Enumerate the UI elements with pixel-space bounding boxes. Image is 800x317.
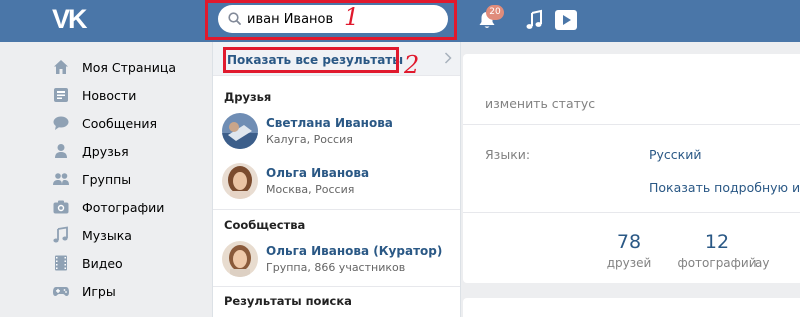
stat-label: ау	[755, 256, 770, 270]
sidebar-item-games[interactable]: Игры	[52, 278, 116, 304]
camera-icon	[53, 200, 69, 214]
music-icon[interactable]	[525, 9, 543, 31]
sidebar-item-news[interactable]: Новости	[52, 82, 136, 108]
result-name: Ольга Иванова (Куратор)	[266, 244, 443, 258]
notification-badge: 20	[486, 5, 504, 20]
vk-logo[interactable]: VK	[52, 4, 87, 35]
sidebar-item-music[interactable]: Музыка	[52, 222, 132, 248]
friends-icon	[55, 144, 67, 158]
communities-section-title: Сообщества	[224, 218, 306, 232]
stat-number: 12	[704, 231, 730, 253]
sidebar-item-label: Видео	[82, 255, 123, 271]
result-name: Ольга Иванова	[266, 166, 370, 180]
search-results-section-title: Результаты поиска	[224, 294, 352, 308]
sidebar-item-label: Фотографии	[82, 199, 165, 215]
sidebar-item-label: Сообщения	[82, 115, 158, 131]
home-icon	[54, 60, 68, 74]
languages-label: Языки:	[485, 147, 531, 162]
sidebar-item-label: Друзья	[82, 143, 129, 159]
messages-icon	[53, 116, 69, 130]
stat-label: фотографий	[677, 256, 757, 270]
sidebar-item-photos[interactable]: Фотографии	[52, 194, 164, 220]
music-icon	[53, 226, 68, 243]
avatar	[222, 113, 258, 149]
sidebar-item-my-page[interactable]: Моя Страница	[52, 54, 176, 80]
result-name: Светлана Иванова	[266, 116, 393, 130]
divider	[463, 124, 800, 125]
stat-friends[interactable]: 78 друзей	[584, 230, 674, 272]
annotation-number-2: 2	[404, 51, 420, 79]
sidebar-item-groups[interactable]: Группы	[52, 166, 131, 192]
sidebar-item-messages[interactable]: Сообщения	[52, 110, 157, 136]
community-result[interactable]: Ольга Иванова (Куратор) Группа, 866 учас…	[213, 236, 460, 284]
video-play-icon[interactable]	[554, 9, 578, 31]
stat-number	[755, 230, 800, 254]
divider	[213, 209, 460, 210]
stat-label: друзей	[606, 256, 652, 270]
top-header: VK 1 20	[0, 0, 800, 42]
sidebar-item-label: Музыка	[82, 227, 132, 243]
friends-section-title: Друзья	[224, 90, 272, 104]
sidebar-item-friends[interactable]: Друзья	[52, 138, 129, 164]
sidebar-item-label: Группы	[82, 171, 132, 187]
result-location: Москва, Россия	[266, 183, 355, 196]
news-icon	[54, 88, 68, 102]
friend-result[interactable]: Ольга Иванова Москва, Россия	[213, 158, 460, 206]
result-members: Группа, 866 участников	[266, 261, 406, 274]
stat-number: 78	[616, 231, 642, 253]
divider	[213, 286, 460, 287]
change-status-link[interactable]: изменить статус	[485, 96, 595, 111]
divider	[463, 212, 800, 213]
film-icon	[55, 255, 67, 271]
sidebar-item-label: Моя Страница	[82, 59, 176, 75]
search-annotation-box	[205, 0, 457, 40]
result-location: Калуга, Россия	[266, 133, 353, 146]
profile-card: изменить статус Языки: Русский Показать …	[463, 54, 800, 283]
stat-photos[interactable]: 12 фотографий	[672, 230, 762, 272]
friend-result[interactable]: Светлана Иванова Калуга, Россия	[213, 108, 460, 156]
gamepad-icon	[53, 287, 69, 296]
sidebar-item-label: Новости	[82, 87, 137, 103]
sidebar-item-video[interactable]: Видео	[52, 250, 123, 276]
stat-audio[interactable]: ау	[755, 230, 800, 272]
next-card	[463, 298, 800, 317]
chevron-right-icon	[444, 52, 452, 64]
search-dropdown: Показать все результаты 2 Друзья Светлан…	[212, 42, 461, 317]
show-details-link[interactable]: Показать подробную ин	[649, 180, 800, 195]
languages-value[interactable]: Русский	[649, 147, 701, 162]
avatar	[222, 241, 258, 277]
sidebar-item-label: Игры	[82, 283, 116, 299]
annotation-number-1: 1	[344, 3, 360, 31]
groups-icon	[53, 173, 69, 185]
avatar	[222, 163, 258, 199]
show-all-annotation-box	[223, 47, 399, 73]
left-sidebar: Моя Страница Новости Сообщения Друзья Гр…	[0, 42, 210, 317]
